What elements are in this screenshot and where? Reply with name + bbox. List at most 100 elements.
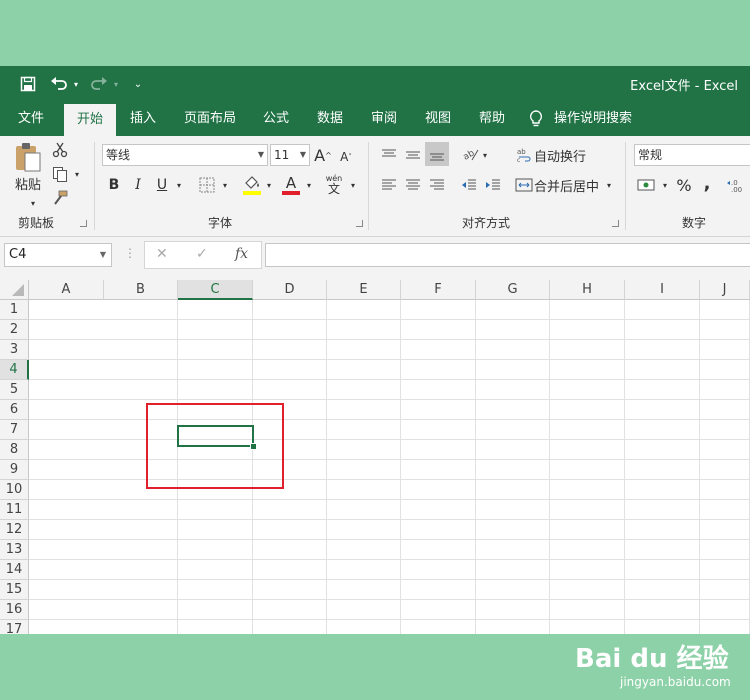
tell-me-search[interactable]: 操作说明搜索 — [550, 102, 636, 136]
orientation-icon[interactable]: ab — [460, 144, 482, 166]
number-format-select[interactable]: 常规 — [634, 144, 750, 166]
grow-font-button[interactable]: A ^ — [314, 144, 332, 166]
merge-dropdown-icon[interactable]: ▾ — [604, 178, 614, 192]
fill-color-dropdown-icon[interactable]: ▾ — [264, 178, 274, 192]
gridline-horizontal — [29, 419, 750, 420]
accounting-format-icon[interactable] — [634, 174, 660, 196]
row-header-16[interactable]: 16 — [0, 600, 29, 620]
align-left-icon[interactable] — [378, 174, 400, 196]
phonetic-guide-button[interactable]: wén 文 — [322, 172, 346, 198]
align-bottom-icon[interactable] — [425, 142, 449, 166]
formula-input[interactable] — [265, 243, 750, 267]
customize-qat-icon[interactable]: ⌄ — [130, 72, 146, 96]
increase-decimal-icon[interactable]: .0.00 — [726, 174, 750, 196]
select-all-button[interactable] — [0, 280, 29, 300]
row-header-12[interactable]: 12 — [0, 520, 29, 540]
column-header-f[interactable]: F — [401, 280, 476, 300]
align-top-icon[interactable] — [378, 144, 400, 166]
percent-style-button[interactable]: % — [674, 174, 694, 196]
tab-page-layout[interactable]: 页面布局 — [174, 102, 246, 136]
tab-file[interactable]: 文件 — [4, 102, 58, 136]
alignment-launcher-icon[interactable] — [612, 220, 619, 227]
row-header-8[interactable]: 8 — [0, 440, 29, 460]
column-header-g[interactable]: G — [476, 280, 550, 300]
column-header-h[interactable]: H — [550, 280, 625, 300]
align-right-icon[interactable] — [426, 174, 448, 196]
row-header-14[interactable]: 14 — [0, 560, 29, 580]
confirm-entry-icon[interactable]: ✓ — [196, 246, 208, 262]
column-header-e[interactable]: E — [327, 280, 401, 300]
align-center-icon[interactable] — [402, 174, 424, 196]
undo-dropdown-icon[interactable]: ▾ — [70, 72, 82, 96]
format-painter-icon[interactable] — [50, 188, 70, 208]
align-middle-icon[interactable] — [402, 144, 424, 166]
group-divider — [94, 142, 95, 230]
decrease-indent-icon[interactable] — [458, 174, 480, 196]
wrap-text-icon[interactable]: ab c — [514, 144, 534, 166]
paste-dropdown-icon[interactable]: ▾ — [28, 198, 38, 208]
column-header-c[interactable]: C — [178, 280, 253, 300]
clipboard-launcher-icon[interactable] — [80, 220, 87, 227]
shrink-font-button[interactable]: A ˅ — [338, 146, 354, 168]
column-header-b[interactable]: B — [104, 280, 178, 300]
row-header-5[interactable]: 5 — [0, 380, 29, 400]
font-size-select[interactable]: 11 ▼ — [270, 144, 310, 166]
row-header-4[interactable]: 4 — [0, 360, 29, 380]
paste-button[interactable]: 粘贴 — [8, 174, 48, 193]
orientation-dropdown-icon[interactable]: ▾ — [480, 148, 490, 162]
row-header-7[interactable]: 7 — [0, 420, 29, 440]
underline-dropdown-icon[interactable]: ▾ — [174, 178, 184, 192]
tab-data[interactable]: 数据 — [308, 102, 352, 136]
borders-icon[interactable] — [196, 174, 218, 196]
row-header-11[interactable]: 11 — [0, 500, 29, 520]
tab-help[interactable]: 帮助 — [470, 102, 514, 136]
merge-center-button[interactable]: 合并后居中 — [534, 174, 602, 196]
cancel-entry-icon[interactable]: ✕ — [156, 246, 168, 262]
fill-color-icon[interactable] — [240, 172, 264, 198]
tab-formulas[interactable]: 公式 — [254, 102, 298, 136]
row-header-13[interactable]: 13 — [0, 540, 29, 560]
tab-review[interactable]: 审阅 — [362, 102, 406, 136]
font-name-select[interactable]: 等线 ▼ — [102, 144, 268, 166]
column-header-i[interactable]: I — [625, 280, 700, 300]
row-header-2[interactable]: 2 — [0, 320, 29, 340]
wrap-text-button[interactable]: 自动换行 — [534, 144, 590, 166]
increase-indent-icon[interactable] — [482, 174, 504, 196]
column-header-j[interactable]: J — [700, 280, 750, 300]
row-header-15[interactable]: 15 — [0, 580, 29, 600]
paste-icon[interactable] — [10, 140, 46, 174]
row-header-17[interactable]: 17 — [0, 620, 29, 634]
copy-icon[interactable] — [50, 164, 70, 184]
tab-home[interactable]: 开始 — [64, 104, 116, 136]
cut-icon[interactable] — [50, 140, 70, 160]
save-icon[interactable] — [14, 72, 42, 96]
borders-dropdown-icon[interactable]: ▾ — [220, 178, 230, 192]
font-launcher-icon[interactable] — [356, 220, 363, 227]
undo-icon[interactable] — [48, 72, 70, 96]
insert-function-icon[interactable]: fx — [235, 246, 248, 262]
redo-dropdown-icon[interactable]: ▾ — [110, 72, 122, 96]
underline-button[interactable]: U — [152, 174, 172, 196]
gridline-horizontal — [29, 499, 750, 500]
column-header-a[interactable]: A — [29, 280, 104, 300]
italic-button[interactable]: I — [128, 174, 148, 196]
copy-dropdown-icon[interactable]: ▾ — [72, 168, 82, 180]
tab-view[interactable]: 视图 — [416, 102, 460, 136]
redo-icon[interactable] — [88, 72, 110, 96]
font-color-button[interactable]: A — [280, 172, 302, 198]
row-header-10[interactable]: 10 — [0, 480, 29, 500]
phonetic-dropdown-icon[interactable]: ▾ — [348, 178, 358, 192]
lightbulb-icon[interactable] — [526, 102, 546, 136]
bold-button[interactable]: B — [104, 174, 124, 196]
accounting-dropdown-icon[interactable]: ▾ — [660, 178, 670, 192]
merge-center-icon[interactable] — [514, 174, 534, 196]
row-header-3[interactable]: 3 — [0, 340, 29, 360]
tab-insert[interactable]: 插入 — [120, 102, 166, 136]
comma-style-button[interactable]: , — [698, 172, 716, 194]
row-header-6[interactable]: 6 — [0, 400, 29, 420]
column-header-d[interactable]: D — [253, 280, 327, 300]
name-box[interactable]: C4 ▼ — [4, 243, 112, 267]
row-header-9[interactable]: 9 — [0, 460, 29, 480]
font-color-dropdown-icon[interactable]: ▾ — [304, 178, 314, 192]
row-header-1[interactable]: 1 — [0, 300, 29, 320]
